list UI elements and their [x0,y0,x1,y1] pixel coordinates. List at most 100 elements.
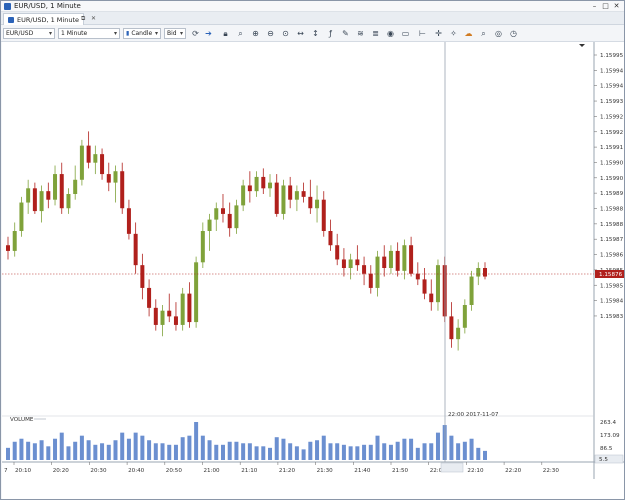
candle-body [355,259,360,266]
pencil-icon[interactable]: ✎ [340,28,351,39]
vertical-arrows-icon[interactable]: ↕ [310,28,321,39]
magnet-icon[interactable]: ◎ [493,28,504,39]
timeframe-value: 1 Minute [61,30,88,37]
candle-body [402,245,407,271]
stack-icon[interactable]: ≣ [370,28,381,39]
candle-body [214,208,219,220]
volume-bar [254,446,259,460]
candle-body [268,182,273,189]
volume-bar [395,441,400,460]
horizontal-arrows-icon[interactable]: ↔ [295,28,306,39]
timeframe-select[interactable]: 1 Minute ▾ [58,28,120,39]
volume-bar [100,443,105,460]
volume-bar [462,441,467,460]
candle-body [341,259,346,268]
price-tick-label: 1.15983 [600,314,624,320]
indicator-icon[interactable]: ƒ [325,28,336,39]
clock-icon[interactable]: ◷ [508,28,519,39]
chart-canvas[interactable]: 1.15995 1.15994 1.15994 1.15993 1.15992 1.159… [2,42,624,479]
volume-bar [368,444,373,460]
eye-icon[interactable]: ◉ [385,28,396,39]
volume-bar [341,444,346,460]
volume-bar [402,438,407,460]
zoom-icon[interactable]: ⌕ [235,28,246,39]
volume-bar [429,443,434,460]
time-tick-label: 20:20 [53,468,70,474]
time-tick-label: 20:50 [166,468,183,474]
chevron-down-icon: ▾ [154,30,158,37]
volume-bar [93,444,98,460]
volume-bar [409,438,414,460]
price-tick-label: 1.15992 [600,130,623,136]
candle-body [456,327,461,340]
volume-tick-label: 86.5 [600,446,613,452]
volume-bar [274,437,279,460]
arrow-right-icon[interactable]: ➔ [203,28,214,39]
price-tick-label: 1.15993 [600,99,624,105]
candle-body [241,185,246,206]
volume-bar [19,438,24,460]
tab-close-icon[interactable]: ✕ [91,15,96,22]
volume-bar [133,432,138,460]
time-tick-label: 22:30 [543,468,560,474]
price-tick-label: 1.15991 [600,145,624,151]
zoom-in-icon[interactable]: ⊕ [250,28,261,39]
crosshair-icon[interactable]: ✛ [433,28,444,39]
current-price-label: 1.15876 [599,272,623,278]
zoom-fit-icon[interactable]: ⊙ [280,28,291,39]
candle-body [32,188,37,212]
volume-bar [234,441,239,460]
chevron-down-icon: ▾ [113,30,117,37]
volume-label: VOLUME [10,417,34,423]
app-icon [4,3,11,10]
lock-icon[interactable]: 🔒︎ [220,28,231,39]
volume-bar [469,438,474,460]
chart-type-select[interactable]: ▮ Candle ▾ [123,28,161,39]
palette-icon[interactable]: ☁ [463,28,474,39]
image-icon[interactable]: ▭ [400,28,411,39]
maximize-button[interactable]: □ [600,1,611,11]
zoom-out-icon[interactable]: ⊖ [265,28,276,39]
candle-body [220,208,225,214]
tab-chart[interactable]: EUR/USD, 1 Minute [3,13,84,25]
candle-body [288,185,293,200]
candle-body [422,279,427,294]
candle-body [120,171,125,209]
candle-body [19,202,24,231]
chart-area[interactable]: 1.15995 1.15994 1.15994 1.15993 1.15992 1.159… [2,42,624,499]
symbol-select[interactable]: EUR/USD ▾ [3,28,55,39]
volume-bar [241,443,246,460]
layers-icon[interactable]: ≋ [355,28,366,39]
volume-bar [483,450,487,460]
volume-bar [388,444,393,460]
candle-body [301,191,306,197]
candle-body [26,188,31,203]
volume-bar [308,441,313,460]
candle-body [315,199,320,209]
price-tick-label: 1.15986 [600,253,624,259]
search-icon[interactable]: ⌕ [478,28,489,39]
price-side-select[interactable]: Bid ▾ [164,28,186,39]
volume-bar [32,443,37,460]
chart-tab-icon [8,16,14,23]
candle-body [435,265,440,303]
candle-body [173,316,178,325]
time-tick-label: 21:50 [392,468,409,474]
candle-body [39,191,44,212]
volume-bar [180,437,185,460]
candle-body [449,316,454,340]
detach-icon[interactable]: ⧉ [81,15,85,23]
candle-body [375,256,380,288]
refresh-icon[interactable]: ⟳ [190,28,201,39]
close-button[interactable]: ✕ [611,1,622,11]
tab-bar: EUR/USD, 1 Minute ⧉ ✕ [1,12,624,25]
candle-body [247,185,252,192]
volume-bar [207,440,212,460]
volume-bar [435,432,440,460]
volume-bar [153,443,158,460]
ruler-icon[interactable]: ⊢ [417,28,428,39]
volume-tick-label: 173.09 [600,433,620,439]
settings-icon[interactable]: ✧ [448,28,459,39]
time-tick-label: 22:10 [467,468,484,474]
minimize-button[interactable]: – [589,1,600,11]
